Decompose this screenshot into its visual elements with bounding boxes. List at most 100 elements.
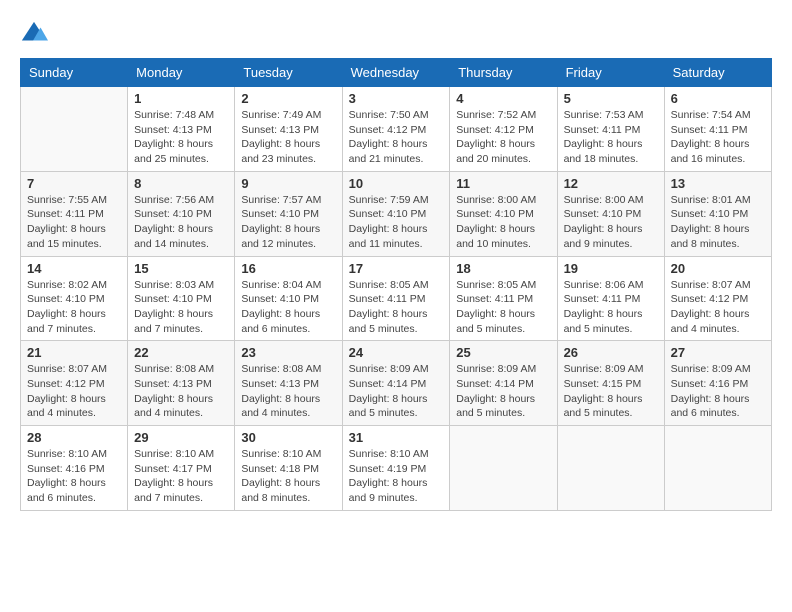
day-info: Sunrise: 8:10 AM Sunset: 4:19 PM Dayligh… [349, 447, 444, 506]
calendar-cell [664, 426, 771, 511]
calendar-cell: 22Sunrise: 8:08 AM Sunset: 4:13 PM Dayli… [128, 341, 235, 426]
calendar-week-3: 14Sunrise: 8:02 AM Sunset: 4:10 PM Dayli… [21, 256, 772, 341]
day-info: Sunrise: 8:09 AM Sunset: 4:14 PM Dayligh… [456, 362, 550, 421]
calendar-cell: 7Sunrise: 7:55 AM Sunset: 4:11 PM Daylig… [21, 171, 128, 256]
day-number: 15 [134, 261, 228, 276]
calendar-cell [557, 426, 664, 511]
weekday-thursday: Thursday [450, 59, 557, 87]
day-info: Sunrise: 8:02 AM Sunset: 4:10 PM Dayligh… [27, 278, 121, 337]
calendar-cell: 25 Sunrise: 8:09 AM Sunset: 4:14 PM Dayli… [450, 341, 557, 426]
calendar-cell: 8 Sunrise: 7:56 AM Sunset: 4:10 PM Daylig… [128, 171, 235, 256]
calendar-cell: 24 Sunrise: 8:09 AM Sunset: 4:14 PM Dayli… [342, 341, 450, 426]
calendar-cell: 2 Sunrise: 7:49 AM Sunset: 4:13 PM Daylig… [235, 87, 342, 172]
day-number: 27 [671, 345, 765, 360]
day-number: 17 [349, 261, 444, 276]
day-info: Sunrise: 8:10 AM Sunset: 4:16 PM Dayligh… [27, 447, 121, 506]
day-info: Sunrise: 7:49 AM Sunset: 4:13 PM Dayligh… [241, 108, 335, 167]
page-container: SundayMondayTuesdayWednesdayThursdayFrid… [20, 20, 772, 511]
day-number: 10 [349, 176, 444, 191]
day-number: 28 [27, 430, 121, 445]
day-info: Sunrise: 8:03 AM Sunset: 4:10 PM Dayligh… [134, 278, 228, 337]
calendar-cell: 4 Sunrise: 7:52 AM Sunset: 4:12 PM Daylig… [450, 87, 557, 172]
calendar-week-5: 28 Sunrise: 8:10 AM Sunset: 4:16 PM Dayli… [21, 426, 772, 511]
day-number: 3 [349, 91, 444, 106]
calendar-cell: 26Sunrise: 8:09 AM Sunset: 4:15 PM Dayli… [557, 341, 664, 426]
day-info: Sunrise: 7:48 AM Sunset: 4:13 PM Dayligh… [134, 108, 228, 167]
day-number: 25 [456, 345, 550, 360]
calendar-cell: 11 Sunrise: 8:00 AM Sunset: 4:10 PM Dayli… [450, 171, 557, 256]
calendar-cell: 20 Sunrise: 8:07 AM Sunset: 4:12 PM Dayli… [664, 256, 771, 341]
day-number: 22 [134, 345, 228, 360]
weekday-wednesday: Wednesday [342, 59, 450, 87]
calendar-cell: 28 Sunrise: 8:10 AM Sunset: 4:16 PM Dayli… [21, 426, 128, 511]
day-number: 8 [134, 176, 228, 191]
calendar-cell: 30 Sunrise: 8:10 AM Sunset: 4:18 PM Dayli… [235, 426, 342, 511]
day-info: Sunrise: 7:52 AM Sunset: 4:12 PM Dayligh… [456, 108, 550, 167]
calendar-cell: 21 Sunrise: 8:07 AM Sunset: 4:12 PM Dayli… [21, 341, 128, 426]
day-info: Sunrise: 8:08 AM Sunset: 4:13 PM Dayligh… [241, 362, 335, 421]
day-info: Sunrise: 8:07 AM Sunset: 4:12 PM Dayligh… [671, 278, 765, 337]
calendar-cell: 3Sunrise: 7:50 AM Sunset: 4:12 PM Daylig… [342, 87, 450, 172]
day-number: 18 [456, 261, 550, 276]
calendar-cell: 18 Sunrise: 8:05 AM Sunset: 4:11 PM Dayli… [450, 256, 557, 341]
day-info: Sunrise: 7:53 AM Sunset: 4:11 PM Dayligh… [564, 108, 658, 167]
day-info: Sunrise: 8:10 AM Sunset: 4:18 PM Dayligh… [241, 447, 335, 506]
day-number: 9 [241, 176, 335, 191]
day-info: Sunrise: 8:09 AM Sunset: 4:15 PM Dayligh… [564, 362, 658, 421]
calendar-cell: 13 Sunrise: 8:01 AM Sunset: 4:10 PM Dayli… [664, 171, 771, 256]
calendar-cell: 23Sunrise: 8:08 AM Sunset: 4:13 PM Dayli… [235, 341, 342, 426]
logo [20, 20, 52, 48]
day-info: Sunrise: 8:00 AM Sunset: 4:10 PM Dayligh… [564, 193, 658, 252]
day-info: Sunrise: 8:00 AM Sunset: 4:10 PM Dayligh… [456, 193, 550, 252]
weekday-saturday: Saturday [664, 59, 771, 87]
calendar-cell: 5 Sunrise: 7:53 AM Sunset: 4:11 PM Daylig… [557, 87, 664, 172]
day-number: 11 [456, 176, 550, 191]
day-info: Sunrise: 7:54 AM Sunset: 4:11 PM Dayligh… [671, 108, 765, 167]
day-number: 13 [671, 176, 765, 191]
day-info: Sunrise: 8:05 AM Sunset: 4:11 PM Dayligh… [456, 278, 550, 337]
weekday-header-row: SundayMondayTuesdayWednesdayThursdayFrid… [21, 59, 772, 87]
calendar-cell: 29Sunrise: 8:10 AM Sunset: 4:17 PM Dayli… [128, 426, 235, 511]
day-number: 19 [564, 261, 658, 276]
day-number: 4 [456, 91, 550, 106]
calendar-cell: 31Sunrise: 8:10 AM Sunset: 4:19 PM Dayli… [342, 426, 450, 511]
weekday-friday: Friday [557, 59, 664, 87]
day-number: 12 [564, 176, 658, 191]
day-number: 1 [134, 91, 228, 106]
calendar-cell: 17 Sunrise: 8:05 AM Sunset: 4:11 PM Dayli… [342, 256, 450, 341]
day-number: 7 [27, 176, 121, 191]
calendar-cell: 12 Sunrise: 8:00 AM Sunset: 4:10 PM Dayli… [557, 171, 664, 256]
calendar-week-1: 1 Sunrise: 7:48 AM Sunset: 4:13 PM Daylig… [21, 87, 772, 172]
day-number: 20 [671, 261, 765, 276]
day-info: Sunrise: 8:05 AM Sunset: 4:11 PM Dayligh… [349, 278, 444, 337]
day-info: Sunrise: 8:07 AM Sunset: 4:12 PM Dayligh… [27, 362, 121, 421]
day-info: Sunrise: 8:09 AM Sunset: 4:16 PM Dayligh… [671, 362, 765, 421]
day-number: 16 [241, 261, 335, 276]
day-number: 21 [27, 345, 121, 360]
day-number: 30 [241, 430, 335, 445]
calendar-cell: 1 Sunrise: 7:48 AM Sunset: 4:13 PM Daylig… [128, 87, 235, 172]
calendar-cell: 16 Sunrise: 8:04 AM Sunset: 4:10 PM Dayli… [235, 256, 342, 341]
calendar-cell: 19 Sunrise: 8:06 AM Sunset: 4:11 PM Dayli… [557, 256, 664, 341]
weekday-monday: Monday [128, 59, 235, 87]
calendar-cell: 14Sunrise: 8:02 AM Sunset: 4:10 PM Dayli… [21, 256, 128, 341]
day-info: Sunrise: 8:04 AM Sunset: 4:10 PM Dayligh… [241, 278, 335, 337]
calendar-week-2: 7Sunrise: 7:55 AM Sunset: 4:11 PM Daylig… [21, 171, 772, 256]
day-number: 5 [564, 91, 658, 106]
day-number: 2 [241, 91, 335, 106]
calendar-cell [21, 87, 128, 172]
calendar-week-4: 21 Sunrise: 8:07 AM Sunset: 4:12 PM Dayli… [21, 341, 772, 426]
day-info: Sunrise: 7:59 AM Sunset: 4:10 PM Dayligh… [349, 193, 444, 252]
logo-icon [20, 20, 48, 48]
calendar-cell: 10 Sunrise: 7:59 AM Sunset: 4:10 PM Dayli… [342, 171, 450, 256]
header [20, 20, 772, 48]
day-info: Sunrise: 8:06 AM Sunset: 4:11 PM Dayligh… [564, 278, 658, 337]
day-number: 29 [134, 430, 228, 445]
weekday-sunday: Sunday [21, 59, 128, 87]
day-info: Sunrise: 7:56 AM Sunset: 4:10 PM Dayligh… [134, 193, 228, 252]
calendar-cell [450, 426, 557, 511]
day-info: Sunrise: 8:09 AM Sunset: 4:14 PM Dayligh… [349, 362, 444, 421]
day-number: 24 [349, 345, 444, 360]
day-info: Sunrise: 8:01 AM Sunset: 4:10 PM Dayligh… [671, 193, 765, 252]
calendar-cell: 15 Sunrise: 8:03 AM Sunset: 4:10 PM Dayli… [128, 256, 235, 341]
